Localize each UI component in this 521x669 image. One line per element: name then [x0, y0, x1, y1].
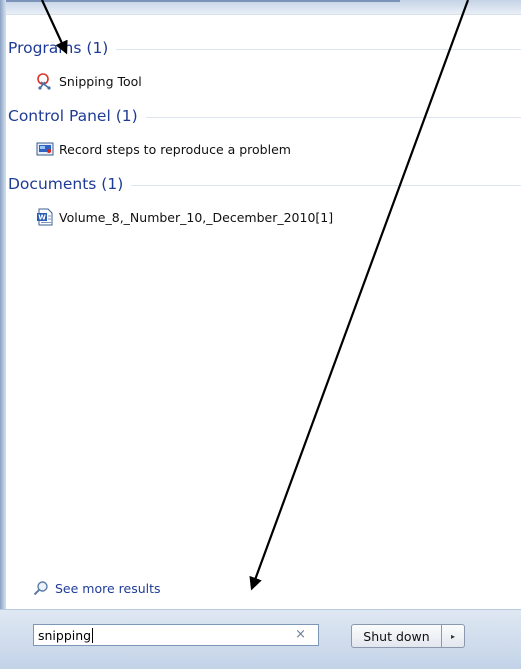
group-divider	[131, 184, 521, 186]
top-frame	[0, 0, 521, 14]
result-item-record-steps[interactable]: Record steps to reproduce a problem	[36, 139, 291, 159]
svg-text:W: W	[38, 214, 46, 222]
clear-search-icon[interactable]: ×	[295, 627, 306, 642]
result-label: Volume_8,_Number_10,_December_2010[1]	[59, 209, 334, 225]
result-label: Snipping Tool	[59, 73, 142, 89]
text-caret	[92, 627, 94, 643]
top-frame-seam	[0, 0, 400, 2]
scissors-icon	[36, 72, 54, 90]
result-item-document[interactable]: W Volume_8,_Number_10,_December_2010[1]	[36, 207, 333, 227]
results-pane: Programs (1) Snipping Tool Control Panel…	[6, 14, 521, 611]
group-divider	[145, 116, 521, 118]
group-title-control-panel: Control Panel (1)	[8, 107, 138, 125]
search-value: snipping	[38, 627, 92, 643]
group-header-programs[interactable]: Programs (1)	[8, 36, 521, 60]
word-document-icon: W	[36, 208, 54, 226]
see-more-label: See more results	[55, 580, 161, 596]
group-title-documents: Documents (1)	[8, 175, 124, 193]
bottom-bar: snipping × Shut down ▸	[0, 609, 521, 669]
result-label: Record steps to reproduce a problem	[59, 141, 291, 157]
shutdown-options-arrow-icon[interactable]: ▸	[442, 624, 465, 648]
start-menu-search-results: Programs (1) Snipping Tool Control Panel…	[0, 0, 521, 669]
group-header-documents[interactable]: Documents (1)	[8, 172, 521, 196]
shutdown-group: Shut down ▸	[351, 624, 465, 648]
group-divider	[116, 48, 521, 50]
group-header-control-panel[interactable]: Control Panel (1)	[8, 104, 521, 128]
search-input[interactable]: snipping ×	[33, 624, 319, 646]
result-item-snipping-tool[interactable]: Snipping Tool	[36, 71, 142, 91]
magnifier-icon	[33, 580, 49, 596]
record-steps-icon	[36, 140, 54, 158]
group-title-programs: Programs (1)	[8, 39, 109, 57]
shutdown-button[interactable]: Shut down	[351, 624, 442, 648]
see-more-results-link[interactable]: See more results	[33, 578, 161, 598]
